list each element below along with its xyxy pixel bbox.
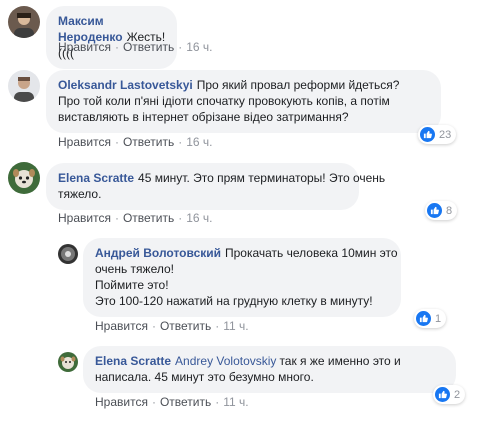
timestamp[interactable]: 11 ч.: [223, 395, 248, 409]
comment-text-line: 45 минут. Это прям терминаторы! Это очен…: [138, 171, 386, 185]
mention-link[interactable]: Andrey Volotovskiy: [175, 354, 276, 368]
reaction-count-value: 2: [454, 388, 461, 401]
comment-text-line: Поймите это!: [95, 278, 169, 292]
like-icon: [435, 387, 450, 402]
reaction-count[interactable]: 1: [414, 309, 447, 328]
like-link[interactable]: Нравится: [95, 395, 148, 409]
timestamp[interactable]: 16 ч.: [186, 211, 212, 225]
reaction-count-value: 1: [435, 312, 442, 325]
like-icon: [427, 203, 442, 218]
comment-bubble: Максим Нероденко Жесть!((((: [46, 6, 178, 69]
comment-actions: Нравится · Ответить · 16 ч.: [58, 211, 213, 225]
reply-link[interactable]: Ответить: [160, 319, 211, 333]
comment-text-line: тяжело.: [58, 187, 102, 201]
avatar[interactable]: [58, 352, 78, 372]
comment-actions: Нравится · Ответить · 16 ч.: [58, 40, 213, 54]
reply-link[interactable]: Ответить: [160, 395, 211, 409]
reaction-count[interactable]: 2: [433, 385, 466, 404]
comment-author[interactable]: Elena Scratte: [95, 354, 171, 368]
comment-actions: Нравится · Ответить · 16 ч.: [58, 135, 213, 149]
avatar[interactable]: [8, 70, 40, 102]
comment-text-line: очень тяжело!: [95, 262, 174, 276]
reply-link[interactable]: Ответить: [123, 211, 174, 225]
reply-link[interactable]: Ответить: [123, 135, 174, 149]
reaction-count[interactable]: 8: [425, 201, 458, 220]
avatar[interactable]: [58, 244, 78, 264]
timestamp[interactable]: 16 ч.: [186, 135, 212, 149]
reaction-count-value: 8: [446, 204, 453, 217]
comment-actions: Нравится · Ответить · 11 ч.: [95, 395, 249, 409]
comment-bubble: Elena Scratte Andrey Volotovskiy так я же …: [83, 346, 456, 393]
comment-author[interactable]: Андрей Волотовский: [95, 246, 221, 260]
comment-text-line: Про який провал реформи йдеться?: [196, 78, 400, 92]
reaction-count[interactable]: 23: [418, 125, 457, 144]
like-link[interactable]: Нравится: [58, 40, 111, 54]
like-link[interactable]: Нравится: [58, 211, 111, 225]
comment-author[interactable]: Elena Scratte: [58, 171, 134, 185]
comment-text-line: Про той коли п'яні ідіоти спочатку прово…: [58, 94, 390, 108]
comment-text-line: виставляють в інтернет обрізане відео за…: [58, 110, 349, 124]
avatar[interactable]: [8, 162, 40, 194]
comment-bubble: Андрей Волотовский Прокачать человека 10м…: [83, 238, 401, 317]
comment-text-line: написала. 45 минут это безумно много.: [95, 370, 314, 384]
comment-bubble: Oleksandr Lastovetskyi Про який провал ре…: [46, 70, 441, 133]
comment-text-line: Это 100-120 нажатий на грудную клетку в …: [95, 294, 373, 308]
reply-link[interactable]: Ответить: [123, 40, 174, 54]
comment-author[interactable]: Oleksandr Lastovetskyi: [58, 78, 193, 92]
avatar[interactable]: [8, 6, 40, 38]
comment-bubble: Elena Scratte 45 минут. Это прям терминат…: [46, 163, 385, 210]
comment-text-line: так я же именно это и: [279, 354, 401, 368]
like-link[interactable]: Нравится: [95, 319, 148, 333]
timestamp[interactable]: 11 ч.: [223, 319, 248, 333]
comment-actions: Нравится · Ответить · 11 ч.: [95, 319, 249, 333]
like-icon: [420, 127, 435, 142]
like-link[interactable]: Нравится: [58, 135, 111, 149]
reaction-count-value: 23: [439, 128, 452, 141]
like-icon: [416, 311, 431, 326]
comment-text-line: Прокачать человека 10мин это: [225, 246, 398, 260]
timestamp[interactable]: 16 ч.: [186, 40, 212, 54]
